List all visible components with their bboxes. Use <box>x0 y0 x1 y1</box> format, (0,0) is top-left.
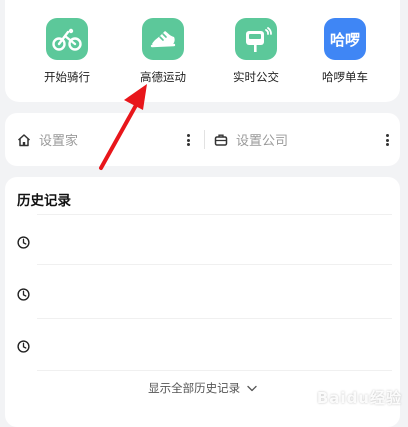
chevron-down-icon <box>247 385 257 391</box>
company-more-icon[interactable] <box>386 134 389 148</box>
history-title: 历史记录 <box>17 193 71 209</box>
realtime-bus-button[interactable]: 实时公交 <box>216 18 296 85</box>
bicycle-icon <box>46 18 88 60</box>
set-home-label: 设置家 <box>39 134 79 149</box>
baidu-watermark: Baidu经验 <box>316 389 402 407</box>
clock-icon <box>17 340 30 353</box>
amap-sport-label: 高德运动 <box>140 70 186 84</box>
clock-icon <box>17 236 30 249</box>
hello-bike-button[interactable]: 哈啰 哈啰单车 <box>305 18 385 85</box>
amap-sport-button[interactable]: 高德运动 <box>123 18 203 85</box>
address-card: 设置家 设置公司 <box>5 113 400 166</box>
hello-logo-icon: 哈啰 <box>324 18 366 60</box>
history-divider <box>37 370 392 371</box>
quick-actions-card: 开始骑行 高德运动 实时公交 哈啰 哈啰单车 <box>5 0 400 102</box>
history-item[interactable] <box>17 233 389 253</box>
start-cycling-label: 开始骑行 <box>44 70 90 84</box>
start-cycling-button[interactable]: 开始骑行 <box>27 18 107 85</box>
bus-stop-icon <box>235 18 277 60</box>
running-shoe-icon <box>142 18 184 60</box>
set-home-button[interactable]: 设置家 <box>17 113 78 166</box>
history-item[interactable] <box>17 337 389 357</box>
hello-bike-label: 哈啰单车 <box>322 70 368 84</box>
home-icon <box>17 133 31 146</box>
address-divider <box>204 130 205 149</box>
history-item[interactable] <box>17 285 389 305</box>
set-company-button[interactable]: 设置公司 <box>214 113 288 166</box>
set-company-label: 设置公司 <box>236 134 289 149</box>
history-divider <box>37 318 392 319</box>
briefcase-icon <box>214 134 228 146</box>
clock-icon <box>17 288 30 301</box>
history-divider <box>37 264 392 265</box>
show-all-history-label: 显示全部历史记录 <box>148 381 241 395</box>
hello-logo-text: 哈啰 <box>329 30 360 49</box>
home-more-icon[interactable] <box>187 134 190 148</box>
realtime-bus-label: 实时公交 <box>233 70 279 84</box>
history-divider <box>37 214 392 215</box>
